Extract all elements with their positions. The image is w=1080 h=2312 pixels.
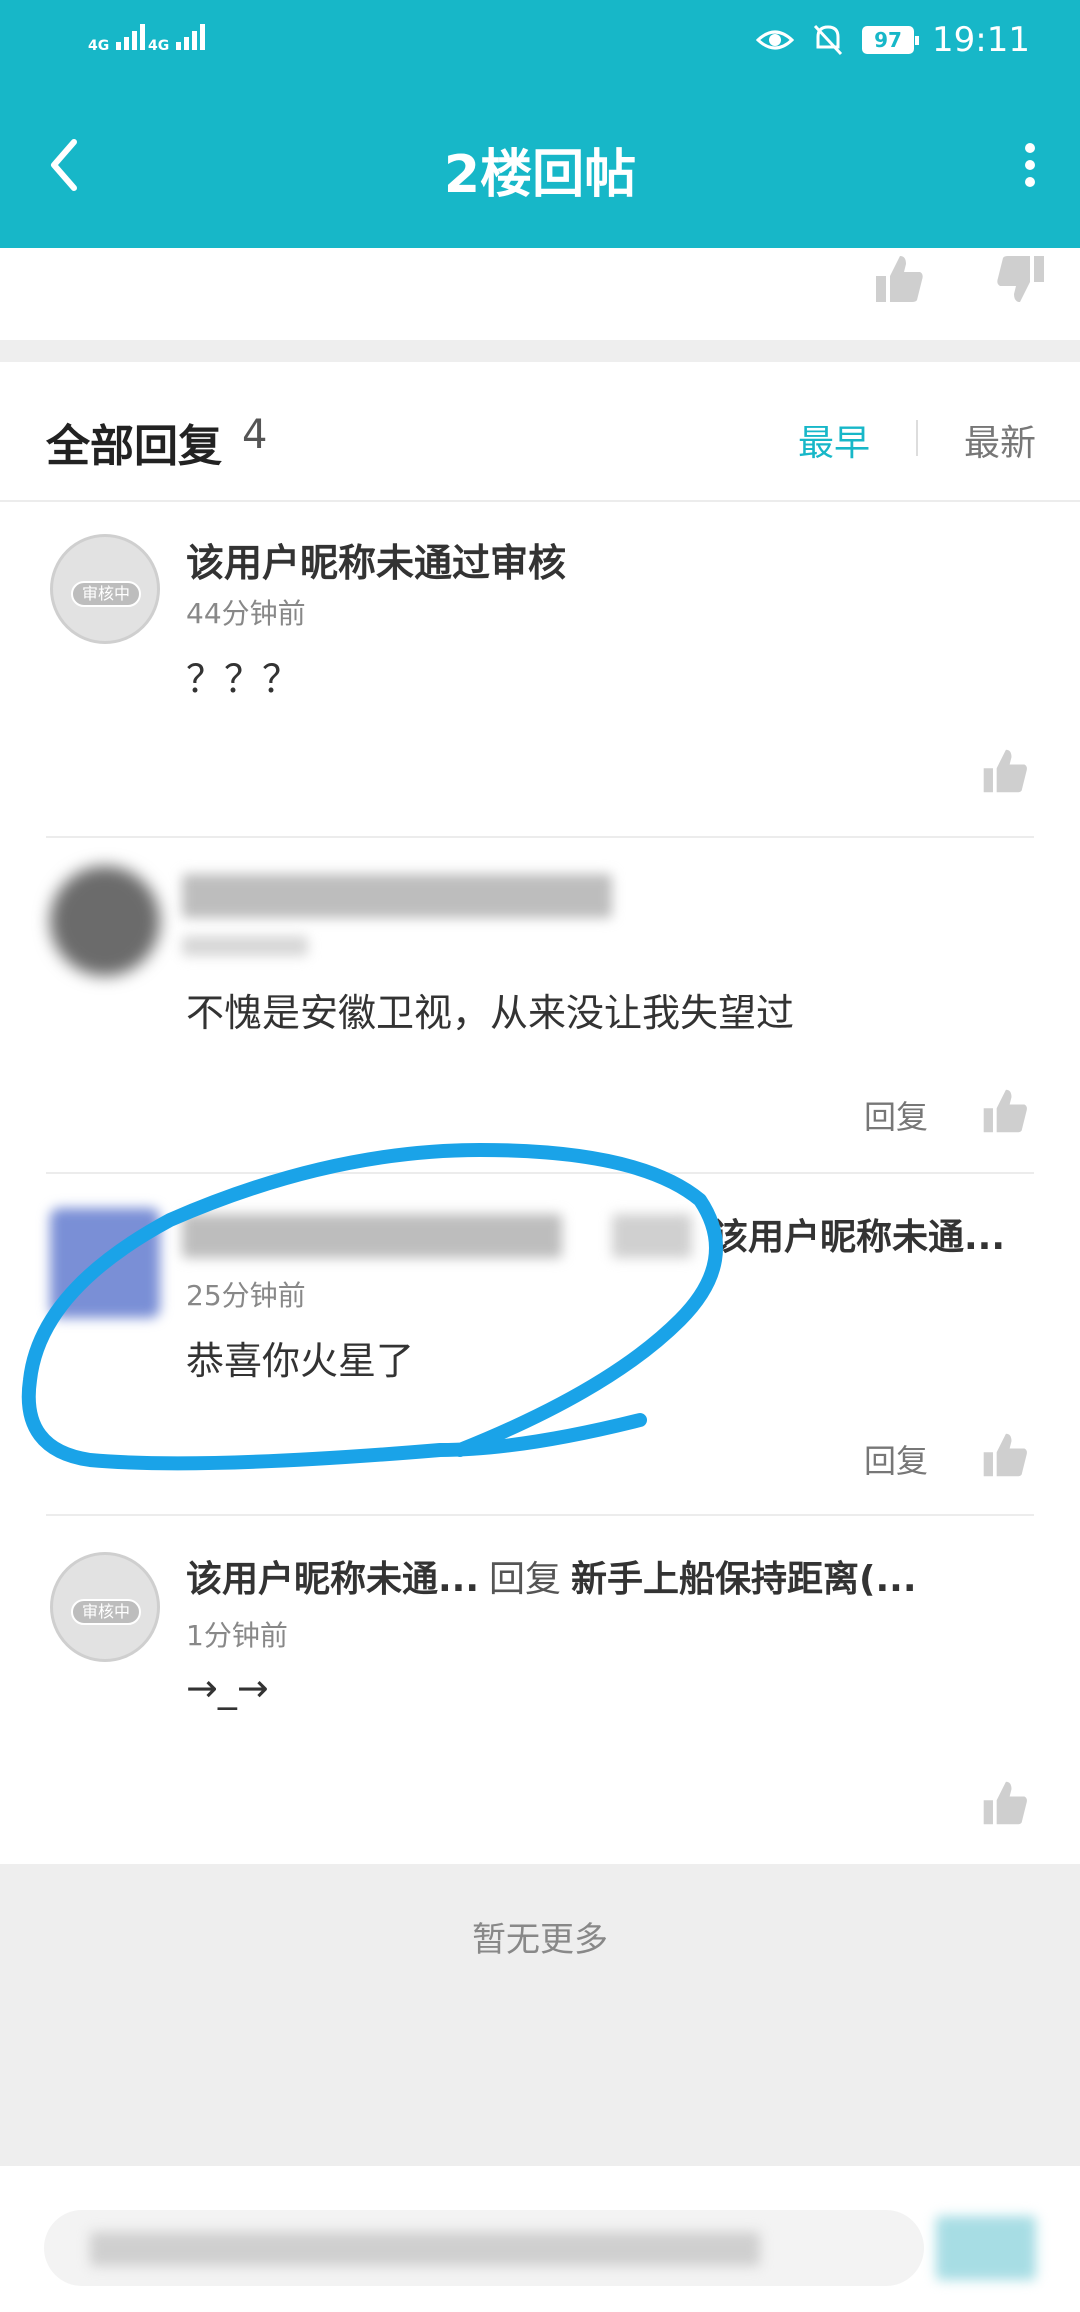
comment-time: 44分钟前: [186, 597, 306, 630]
reply-word: 回复: [489, 1559, 562, 1600]
comment-text: 不愧是安徽卫视，从来没让我失望过: [186, 991, 795, 1035]
replies-label: 全部回复: [46, 421, 222, 472]
avatar[interactable]: [50, 1208, 160, 1318]
signal-icon-2: 4G: [148, 22, 206, 53]
app-bar: 2楼回帖: [0, 80, 1080, 248]
no-more-label: 暂无更多: [472, 1920, 608, 1960]
avatar[interactable]: 审核中: [50, 534, 160, 644]
comment-username[interactable]: 该用户昵称未通...: [186, 1559, 479, 1600]
send-button[interactable]: [936, 2216, 1036, 2280]
redacted-time: [182, 936, 308, 956]
comment-text: →_→: [186, 1666, 269, 1710]
reply-input[interactable]: [44, 2210, 924, 2286]
redacted-username: [182, 874, 612, 918]
thumbs-up-icon[interactable]: [980, 1778, 1030, 1828]
thumbs-down-icon[interactable]: [994, 252, 1048, 306]
comment-time: 25分钟前: [186, 1279, 306, 1312]
reply-input-bar: [0, 2166, 1080, 2312]
thumbs-up-icon[interactable]: [872, 252, 926, 306]
replies-header: 全部回复 4 最早 最新: [0, 362, 1080, 502]
thumbs-up-icon[interactable]: [980, 1086, 1030, 1136]
avatar[interactable]: [50, 866, 160, 976]
avatar-review-tag: 审核中: [71, 1599, 141, 1625]
comment-username-line: 该用户昵称未通... 回复 新手上船保持距离(...: [186, 1550, 917, 1602]
comment-text: ？？？: [186, 657, 301, 701]
comment-username[interactable]: 该用户昵称未通过审核: [186, 532, 566, 587]
redacted-placeholder: [90, 2232, 760, 2266]
thumbs-up-icon[interactable]: [980, 1430, 1030, 1480]
comment-item: 审核中 该用户昵称未通过审核 44分钟前 ？？？: [0, 502, 1080, 838]
sort-separator: [916, 420, 918, 456]
comment-item: 该用户昵称未通... 25分钟前 恭喜你火星了 回复: [0, 1174, 1080, 1516]
reply-target-username[interactable]: 新手上船保持距离(...: [571, 1559, 916, 1600]
post-vote-row: [0, 248, 1080, 340]
signal-icon-1: 4G: [88, 22, 146, 53]
no-more-section: 暂无更多: [0, 1864, 1080, 2166]
comment-item: 不愧是安徽卫视，从来没让我失望过 回复: [0, 838, 1080, 1174]
replies-count: 4: [242, 412, 268, 458]
mute-bell-icon: [813, 24, 843, 56]
avatar-review-tag: 审核中: [71, 581, 141, 607]
sort-latest-tab[interactable]: 最新: [964, 414, 1036, 466]
comment-text: 恭喜你火星了: [186, 1339, 415, 1383]
reply-button[interactable]: 回复: [864, 1436, 928, 1482]
comment-item: 审核中 该用户昵称未通... 回复 新手上船保持距离(... 1分钟前 →_→: [0, 1516, 1080, 1864]
eye-icon: [756, 30, 795, 50]
thumbs-up-icon[interactable]: [980, 746, 1030, 796]
section-divider: [0, 340, 1080, 362]
redacted-reply-word: [612, 1214, 692, 1258]
page-title: 2楼回帖: [443, 145, 637, 205]
sort-earliest-tab[interactable]: 最早: [798, 414, 870, 466]
more-options-icon[interactable]: [1010, 130, 1050, 200]
comment-time: 1分钟前: [186, 1619, 288, 1652]
battery-icon: 97: [862, 26, 920, 54]
reply-button[interactable]: 回复: [864, 1092, 928, 1138]
redacted-username: [182, 1214, 562, 1258]
status-time: 19:11: [932, 20, 1030, 60]
status-bar: 4G 4G 97 19:11: [0, 0, 1080, 80]
reply-target-username[interactable]: 该用户昵称未通...: [712, 1208, 1005, 1260]
avatar[interactable]: 审核中: [50, 1552, 160, 1662]
